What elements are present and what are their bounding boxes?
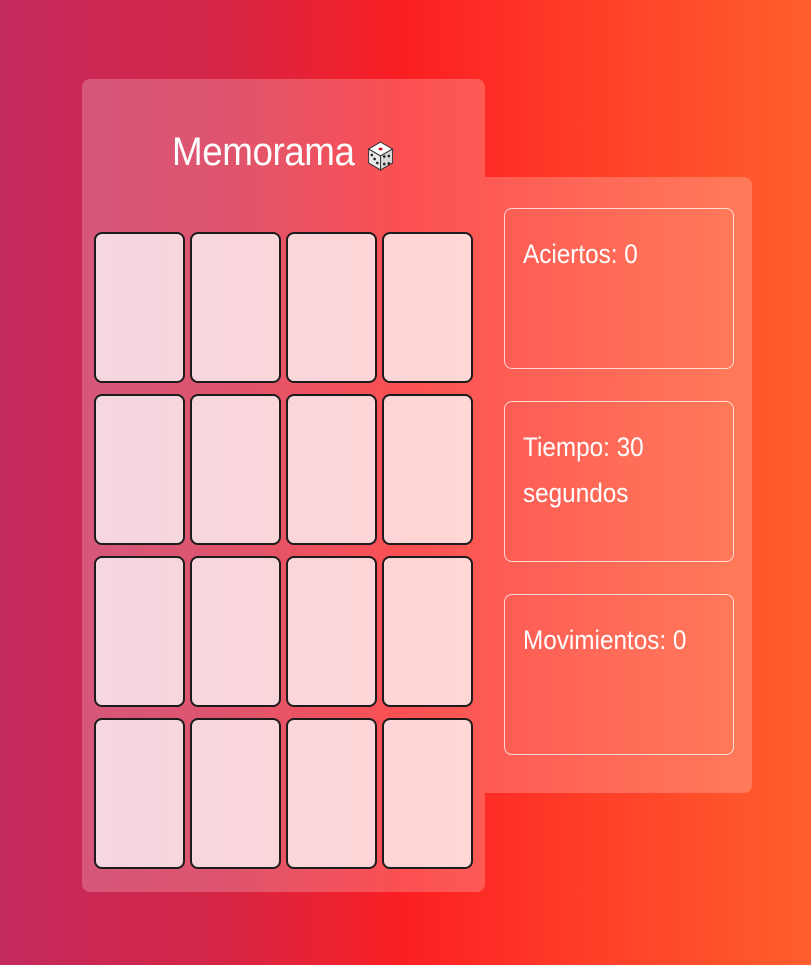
memory-card[interactable] [94, 556, 185, 707]
moves-label: Movimientos: 0 [523, 625, 687, 655]
memory-card[interactable] [286, 232, 377, 383]
memory-card[interactable] [286, 394, 377, 545]
time-counter: Tiempo: 30 segundos [504, 401, 734, 562]
memory-card[interactable] [94, 718, 185, 869]
memory-card[interactable] [382, 718, 473, 869]
time-label: Tiempo: 30 segundos [523, 432, 644, 508]
page-title: Memorama [98, 130, 469, 175]
hits-label: Aciertos: 0 [523, 239, 638, 269]
memory-card[interactable] [190, 718, 281, 869]
memory-card[interactable] [286, 718, 377, 869]
dice-icon [365, 137, 394, 171]
memory-card[interactable] [94, 232, 185, 383]
memory-card[interactable] [382, 394, 473, 545]
memory-card[interactable] [286, 556, 377, 707]
memory-card[interactable] [382, 232, 473, 383]
memory-card[interactable] [382, 556, 473, 707]
memory-card[interactable] [190, 232, 281, 383]
hits-counter: Aciertos: 0 [504, 208, 734, 369]
memory-card[interactable] [190, 394, 281, 545]
memory-card[interactable] [190, 556, 281, 707]
card-board [94, 232, 473, 869]
moves-counter: Movimientos: 0 [504, 594, 734, 755]
title-text: Memorama [172, 130, 355, 174]
memory-card[interactable] [94, 394, 185, 545]
